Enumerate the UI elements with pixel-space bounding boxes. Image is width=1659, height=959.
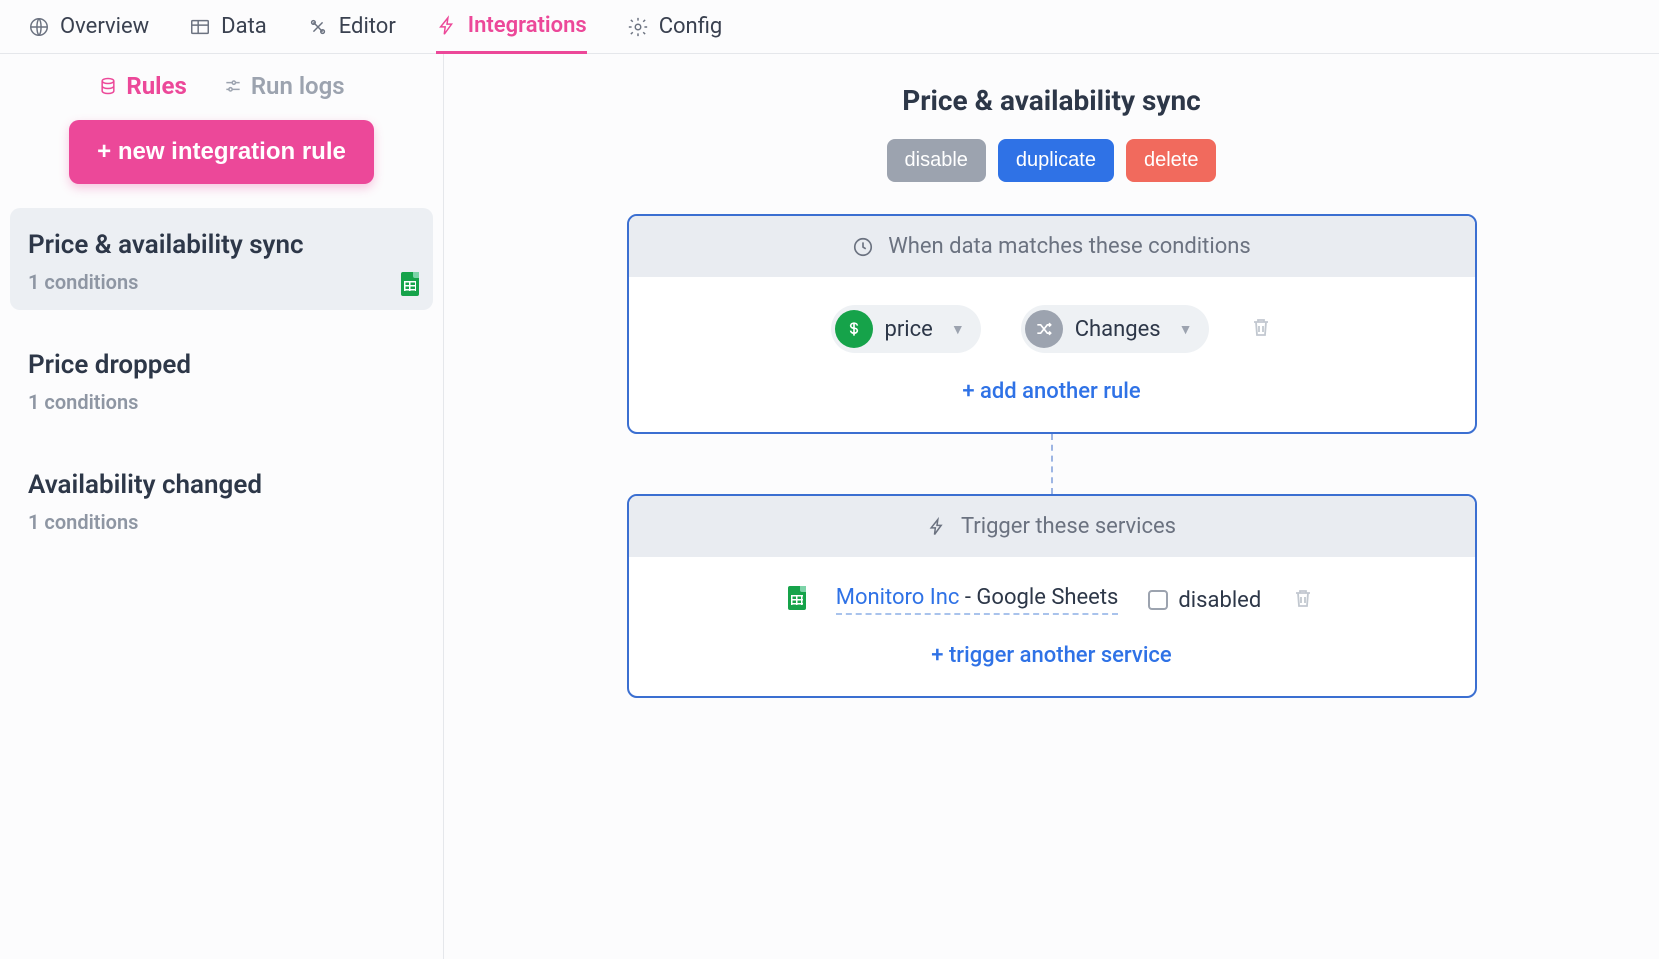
nav-editor-label: Editor xyxy=(339,14,396,39)
new-integration-rule-button[interactable]: + new integration rule xyxy=(69,120,374,184)
duplicate-button[interactable]: duplicate xyxy=(998,139,1114,182)
condition-field-label: price xyxy=(885,317,933,342)
chevron-down-icon: ▼ xyxy=(1179,321,1193,338)
rule-item-conditions: 1 conditions xyxy=(28,270,415,294)
tools-icon xyxy=(307,16,329,38)
nav-data[interactable]: Data xyxy=(189,0,267,53)
rule-item-title: Availability changed xyxy=(28,470,415,500)
google-sheets-icon xyxy=(788,586,806,614)
rule-item-2[interactable]: Availability changed 1 conditions xyxy=(10,448,433,550)
service-name: Monitoro Inc xyxy=(836,585,960,610)
conditions-header-text: When data matches these conditions xyxy=(888,234,1251,259)
sidebar-tab-runlogs[interactable]: Run logs xyxy=(223,72,345,100)
sidebar-tab-rules[interactable]: Rules xyxy=(98,72,186,100)
rule-title: Price & availability sync xyxy=(504,84,1599,117)
nav-integrations[interactable]: Integrations xyxy=(436,1,587,54)
dollar-icon xyxy=(835,310,873,348)
sidebar-tab-rules-label: Rules xyxy=(126,72,186,100)
database-icon xyxy=(98,76,118,96)
gear-icon xyxy=(627,16,649,38)
rule-item-title: Price dropped xyxy=(28,350,415,380)
main-content: Price & availability sync disable duplic… xyxy=(444,54,1659,959)
nav-editor[interactable]: Editor xyxy=(307,0,396,53)
sidebar-tab-runlogs-label: Run logs xyxy=(251,72,345,100)
service-suffix: - Google Sheets xyxy=(959,585,1118,610)
nav-overview-label: Overview xyxy=(60,14,149,39)
google-sheets-icon xyxy=(401,272,419,300)
add-another-rule-link[interactable]: + add another rule xyxy=(649,379,1455,404)
trigger-header-text: Trigger these services xyxy=(961,514,1176,539)
service-link[interactable]: Monitoro Inc - Google Sheets xyxy=(836,585,1119,615)
nav-overview[interactable]: Overview xyxy=(28,0,149,53)
panel-connector xyxy=(1051,434,1053,494)
rule-item-conditions: 1 conditions xyxy=(28,390,415,414)
disable-button[interactable]: disable xyxy=(887,139,986,182)
rule-item-1[interactable]: Price dropped 1 conditions xyxy=(10,328,433,430)
rule-item-0[interactable]: Price & availability sync 1 conditions xyxy=(10,208,433,310)
chevron-down-icon: ▼ xyxy=(951,321,965,338)
sliders-icon xyxy=(223,76,243,96)
sidebar: Rules Run logs + new integration rule Pr… xyxy=(0,54,444,959)
top-nav: Overview Data Editor Integrations Config xyxy=(0,0,1659,54)
trigger-another-service-link[interactable]: + trigger another service xyxy=(649,643,1455,668)
shuffle-icon xyxy=(1025,310,1063,348)
clock-icon xyxy=(852,236,874,258)
condition-operator-label: Changes xyxy=(1075,317,1161,342)
service-disabled-label: disabled xyxy=(1178,588,1261,613)
delete-service-button[interactable] xyxy=(1291,586,1315,614)
nav-data-label: Data xyxy=(221,14,267,39)
bolt-icon xyxy=(927,517,947,537)
rule-item-title: Price & availability sync xyxy=(28,230,415,260)
rule-item-conditions: 1 conditions xyxy=(28,510,415,534)
condition-operator-select[interactable]: Changes ▼ xyxy=(1021,305,1209,353)
conditions-panel: When data matches these conditions price… xyxy=(627,214,1477,434)
delete-condition-button[interactable] xyxy=(1249,315,1273,343)
nav-config-label: Config xyxy=(659,14,723,39)
nav-config[interactable]: Config xyxy=(627,0,723,53)
delete-button[interactable]: delete xyxy=(1126,139,1217,182)
bolt-icon xyxy=(436,15,458,37)
condition-field-select[interactable]: price ▼ xyxy=(831,305,981,353)
table-icon xyxy=(189,16,211,38)
trigger-panel: Trigger these services Monitoro Inc - Go… xyxy=(627,494,1477,698)
service-disabled-checkbox[interactable] xyxy=(1148,590,1168,610)
nav-integrations-label: Integrations xyxy=(468,13,587,38)
globe-icon xyxy=(28,16,50,38)
